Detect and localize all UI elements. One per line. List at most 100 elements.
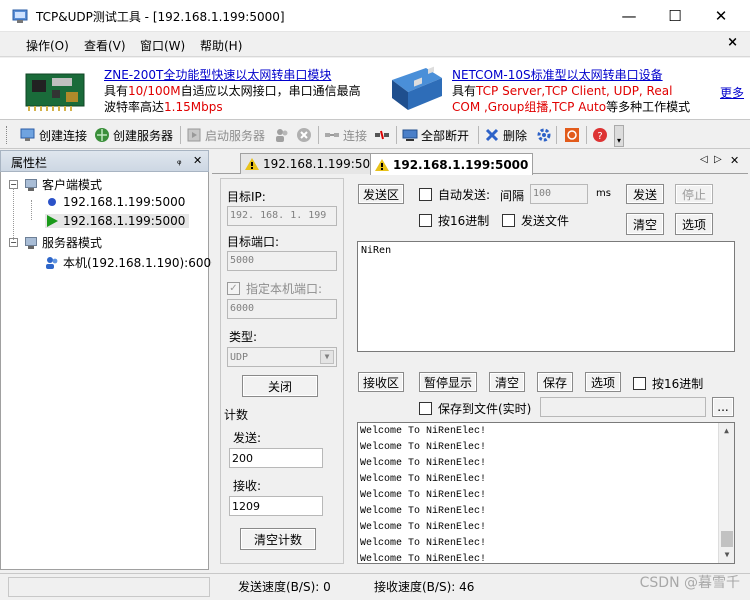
send-options-button[interactable]: 选项	[675, 213, 713, 235]
recv-line: Welcome To NiRenElec!	[360, 490, 487, 501]
connect-label: 连接	[343, 128, 368, 143]
create-connection-button[interactable]: 创建连接	[20, 125, 87, 145]
tab-close-icon[interactable]: ✕	[730, 154, 739, 167]
ad2-title[interactable]: NETCOM-10S标准型以太网转串口设备	[452, 66, 690, 83]
disconnect-all-button[interactable]: 全部断开	[402, 125, 469, 145]
tab-nav-left-icon[interactable]: ◁	[700, 154, 708, 165]
csdn-watermark: CSDN @暮雪千	[639, 575, 740, 591]
netcom-device-icon[interactable]	[386, 62, 446, 116]
disconnect-all-label: 全部断开	[421, 128, 470, 143]
recv-count-label: 接收:	[233, 479, 262, 493]
module-board-icon[interactable]	[22, 64, 88, 114]
interval-field[interactable]: 100	[530, 184, 588, 204]
recv-clear-button[interactable]: 清空	[489, 372, 525, 392]
toolbar-separator	[180, 126, 181, 144]
recv-speed: 接收速度(B/S): 46	[374, 580, 475, 594]
tab-1-label: 192.168.1.199:5000	[263, 157, 386, 171]
interval-label: 间隔	[500, 189, 525, 203]
close-button[interactable]: ✕	[698, 0, 744, 32]
local-port-field[interactable]: 6000	[227, 299, 337, 319]
stop-icon[interactable]	[296, 127, 312, 143]
computer-icon	[25, 178, 37, 191]
send-speed: 发送速度(B/S): 0	[238, 580, 331, 594]
ad1-title[interactable]: ZNE-200T全功能型快速以太网转串口模块	[104, 66, 361, 83]
recv-hex-label: 按16进制	[652, 377, 704, 391]
recv-line: Welcome To NiRenElec!	[360, 522, 487, 533]
more-link[interactable]: 更多	[720, 84, 744, 101]
recv-hex-checkbox[interactable]: 按16进制	[633, 375, 703, 392]
connect-button[interactable]: 连接	[324, 125, 367, 145]
type-select[interactable]: UDP ▼	[227, 347, 337, 367]
target-ip-label: 目标IP:	[227, 190, 266, 204]
users-icon[interactable]	[274, 127, 290, 143]
help-icon[interactable]: ?	[592, 127, 608, 143]
toolbar-separator	[318, 126, 319, 144]
recv-count-field[interactable]: 1209	[229, 496, 323, 516]
checkbox-box: ✓	[227, 282, 240, 295]
window-title: TCP&UDP测试工具 - [192.168.1.199:5000]	[36, 10, 285, 24]
toolbar-grip[interactable]	[6, 126, 9, 144]
send-count-field[interactable]: 200	[229, 448, 323, 468]
tree-server-mode[interactable]: − 服务器模式	[9, 234, 102, 251]
tree-client-item-2[interactable]: 192.168.1.199:5000	[45, 214, 190, 228]
menu-view[interactable]: 查看(V)	[84, 37, 126, 54]
recv-area-label[interactable]: 接收区	[358, 372, 404, 392]
menu-window[interactable]: 窗口(W)	[140, 37, 185, 54]
target-ip-field[interactable]: 192. 168. 1. 199	[227, 206, 337, 226]
browse-button[interactable]: ...	[712, 397, 734, 417]
stop-button[interactable]: 停止	[675, 184, 713, 204]
disconnect-icon[interactable]	[374, 127, 390, 143]
clear-count-button[interactable]: 清空计数	[240, 528, 316, 550]
auto-send-label: 自动发送:	[438, 188, 491, 202]
server-mode-label: 服务器模式	[42, 236, 103, 250]
auto-send-checkbox[interactable]: 自动发送:	[419, 186, 490, 203]
recv-scrollbar[interactable]: ▲ ▼	[718, 423, 734, 563]
connection-tree: − 客户端模式 192.168.1.199:5000 192.168.1.199…	[0, 172, 219, 570]
send-button[interactable]: 发送	[626, 184, 664, 204]
tree-client-mode[interactable]: − 客户端模式	[9, 176, 102, 193]
tree-client-item-1[interactable]: 192.168.1.199:5000	[45, 195, 185, 209]
send-clear-button[interactable]: 清空	[626, 213, 664, 235]
send-area-label[interactable]: 发送区	[358, 184, 404, 204]
power-icon[interactable]	[564, 127, 580, 143]
target-port-field[interactable]: 5000	[227, 251, 337, 271]
send-file-checkbox[interactable]: 发送文件	[502, 212, 569, 229]
create-server-button[interactable]: 创建服务器	[94, 125, 173, 145]
scroll-up-icon[interactable]: ▲	[719, 423, 734, 439]
scroll-thumb[interactable]	[721, 531, 733, 547]
send-textarea[interactable]: NiRen	[357, 241, 735, 352]
mdi-close-icon[interactable]: ×	[727, 35, 738, 50]
save-to-file-checkbox[interactable]: 保存到文件(实时)	[419, 400, 531, 417]
tab-connection-1[interactable]: 192.168.1.199:5000	[240, 153, 391, 174]
menu-help[interactable]: 帮助(H)	[200, 37, 242, 54]
close-connection-button[interactable]: 关闭	[242, 375, 318, 397]
ad1-line2-a: 波特率高达	[104, 100, 165, 114]
pause-display-button[interactable]: 暂停显示	[419, 372, 477, 392]
send-hex-checkbox[interactable]: 按16进制	[419, 212, 489, 229]
toolbar-separator	[478, 126, 479, 144]
tree-server-item-1[interactable]: 本机(192.168.1.190):6000	[45, 254, 219, 271]
toolbar-separator	[586, 126, 587, 144]
local-port-checkbox[interactable]: ✓ 指定本机端口:	[227, 280, 322, 297]
scroll-down-icon[interactable]: ▼	[719, 547, 734, 563]
delete-button[interactable]: 删除	[484, 125, 527, 145]
panel-close-icon[interactable]: ✕	[193, 154, 202, 167]
menu-operate[interactable]: 操作(O)	[26, 37, 69, 54]
checkbox-box	[633, 377, 646, 390]
send-hex-label: 按16进制	[438, 214, 490, 228]
recv-textarea[interactable]: Welcome To NiRenElec! Welcome To NiRenEle…	[357, 422, 735, 564]
tab-nav-right-icon[interactable]: ▷	[714, 154, 722, 165]
minimize-button[interactable]: —	[606, 0, 652, 32]
tab-connection-2[interactable]: 192.168.1.199:5000	[370, 153, 534, 175]
save-button[interactable]: 保存	[537, 372, 573, 392]
start-server-button[interactable]: 启动服务器	[186, 125, 265, 145]
maximize-button[interactable]: ☐	[652, 0, 698, 32]
ad1-text[interactable]: ZNE-200T全功能型快速以太网转串口模块 具有10/100M自适应以太网接口…	[104, 66, 361, 115]
toolbar-overflow-icon[interactable]: ▾	[614, 125, 624, 147]
create-server-icon	[95, 128, 109, 142]
ad2-text[interactable]: NETCOM-10S标准型以太网转串口设备 具有TCP Server,TCP C…	[452, 66, 690, 115]
recv-options-button[interactable]: 选项	[585, 372, 621, 392]
save-path-field[interactable]	[540, 397, 706, 417]
settings-icon[interactable]	[536, 127, 552, 143]
pin-icon[interactable]: ᵩ	[177, 154, 182, 167]
